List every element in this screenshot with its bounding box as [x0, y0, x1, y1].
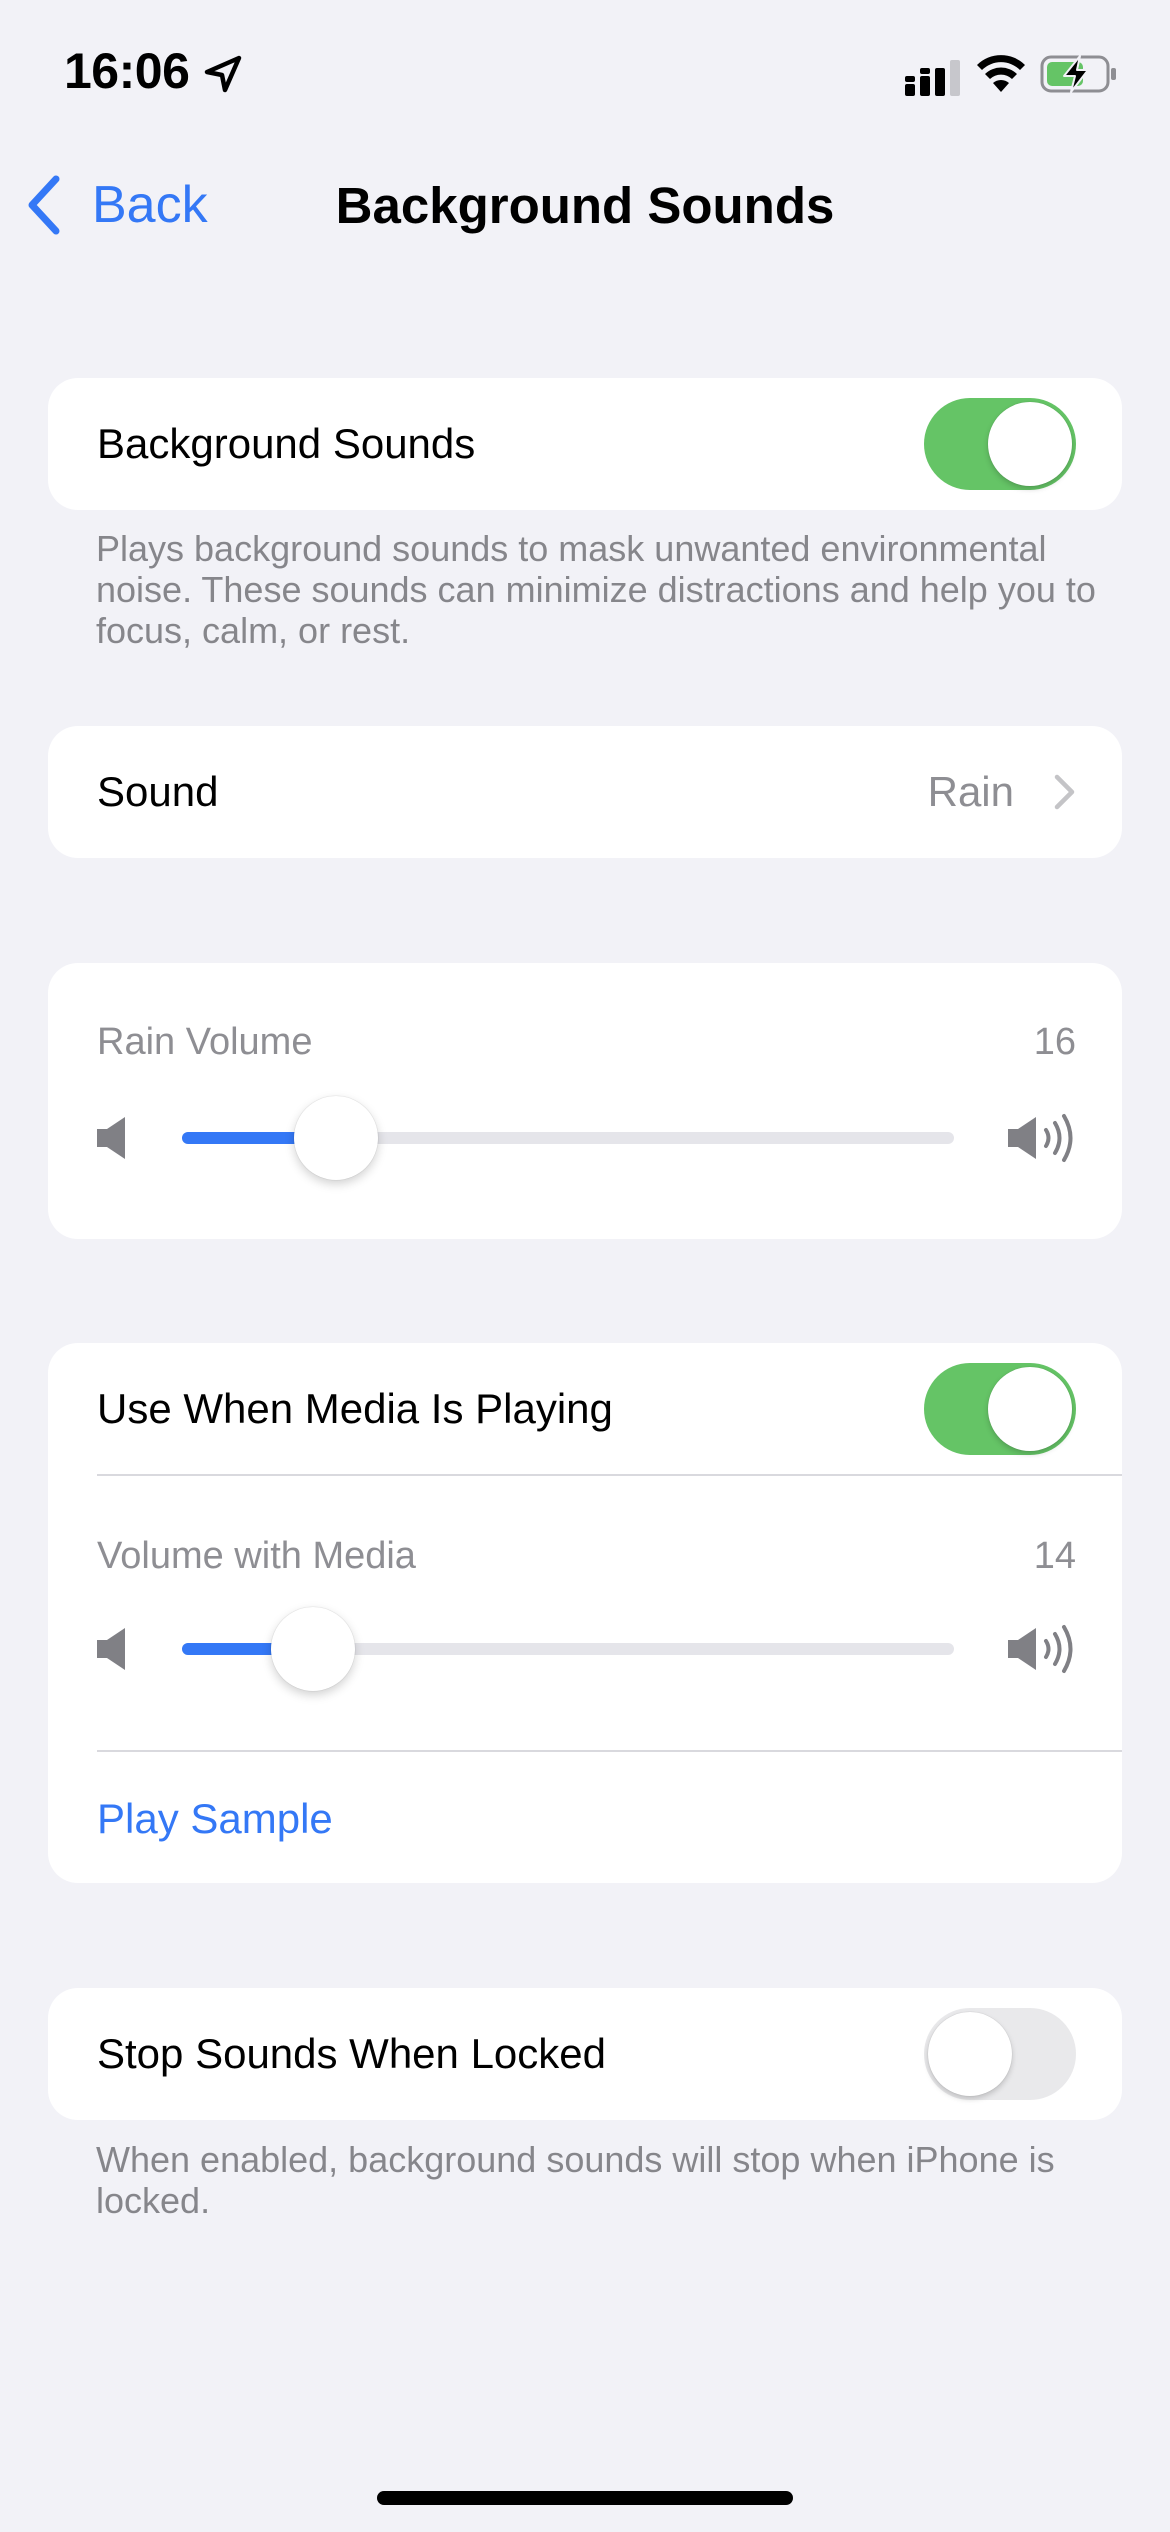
speaker-low-icon: [97, 1628, 125, 1670]
home-indicator[interactable]: [377, 2491, 793, 2505]
speaker-high-icon: [1008, 1625, 1073, 1673]
rain-volume-value: 16: [1033, 1021, 1076, 1063]
media-group: Use When Media Is Playing Volume with Me…: [48, 1343, 1122, 1883]
media-volume-caption: Volume with Media: [97, 1535, 416, 1577]
divider: [97, 1750, 1122, 1752]
toggle-knob: [988, 402, 1072, 486]
media-volume-value: 14: [1033, 1535, 1076, 1577]
stop-when-locked-footer: When enabled, background sounds will sto…: [96, 2139, 1055, 2221]
rain-volume-thumb[interactable]: [294, 1096, 379, 1180]
screen: 16:06 Back Background Sounds Background …: [0, 0, 1170, 2532]
background-sounds-label: Background Sounds: [97, 420, 476, 467]
sound-row[interactable]: Sound Rain: [48, 726, 1122, 858]
rain-volume-group: Rain Volume 16: [48, 963, 1122, 1239]
speaker-high-icon: [1008, 1114, 1073, 1162]
speaker-low-icon: [97, 1117, 125, 1159]
use-when-media-toggle[interactable]: [924, 1363, 1076, 1455]
sound-label: Sound: [97, 768, 219, 815]
sound-value: Rain: [927, 768, 1014, 815]
background-sounds-toggle[interactable]: [924, 398, 1076, 490]
divider: [97, 1474, 1122, 1476]
cellular-signal-icon: [905, 60, 960, 96]
stop-when-locked-label: Stop Sounds When Locked: [97, 2030, 607, 2077]
stop-when-locked-toggle[interactable]: [924, 2008, 1076, 2100]
background-sounds-group: Background Sounds: [48, 378, 1122, 510]
wifi-icon: [977, 55, 1025, 92]
media-volume-thumb[interactable]: [271, 1607, 356, 1691]
play-sample-button[interactable]: Play Sample: [97, 1795, 333, 1843]
rain-volume-caption: Rain Volume: [97, 1021, 313, 1063]
status-bar: 16:06: [0, 0, 1170, 150]
toggle-knob: [988, 1367, 1072, 1451]
rain-volume-slider[interactable]: [182, 1096, 954, 1180]
use-when-media-label: Use When Media Is Playing: [97, 1385, 613, 1432]
toggle-knob: [928, 2012, 1012, 2096]
background-sounds-footer: Plays background sounds to mask unwanted…: [96, 528, 1096, 651]
page-title: Background Sounds: [335, 177, 835, 234]
battery-charging-icon: [1040, 55, 1116, 93]
stop-when-locked-group: Stop Sounds When Locked: [48, 1988, 1122, 2120]
media-volume-slider[interactable]: [182, 1607, 954, 1691]
status-time: 16:06: [64, 43, 190, 99]
location-arrow-icon: [204, 55, 242, 93]
chevron-right-icon: [1054, 774, 1075, 810]
